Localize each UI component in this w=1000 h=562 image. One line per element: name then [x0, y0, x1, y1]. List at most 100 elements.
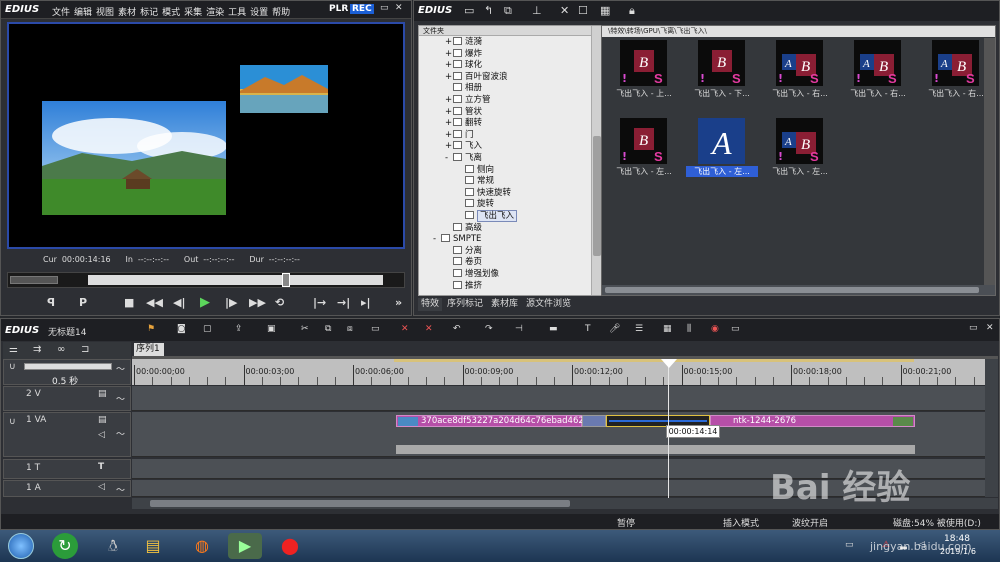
tree-item[interactable]: 推挤 — [445, 280, 482, 293]
position-bar[interactable] — [88, 275, 383, 285]
menu-item-2[interactable]: 视图 — [96, 8, 114, 18]
tree-scroll-thumb[interactable] — [593, 136, 601, 256]
playhead-line[interactable] — [668, 359, 669, 499]
up-folder-icon[interactable]: ↰ — [484, 4, 493, 17]
copy-clip-icon[interactable]: ⧉ — [325, 324, 331, 334]
video-mute-icon[interactable]: ▤ — [98, 415, 107, 425]
overwrite-icon[interactable]: →| — [337, 296, 350, 309]
tree-item[interactable]: + 涟漪 — [445, 37, 482, 49]
grid-hscrollbar[interactable] — [602, 285, 995, 295]
undo-icon[interactable]: ↶ — [453, 324, 461, 334]
lock-icon[interactable]: 🔒︎ — [629, 4, 635, 18]
tree-item[interactable]: + 爆炸 — [445, 48, 482, 61]
collapse-icon[interactable]: - — [433, 234, 441, 246]
expand-icon[interactable]: + — [445, 72, 453, 84]
tree-item[interactable]: + 百叶窗波浪 — [445, 71, 508, 84]
tree-item[interactable]: + 门 — [445, 129, 474, 142]
step-forward-icon[interactable]: |▶ — [225, 296, 237, 309]
ripple-delete-icon[interactable]: ✕ — [425, 324, 433, 334]
sequence-tab[interactable]: 序列1 — [134, 343, 164, 356]
folder-icon[interactable]: ▭ — [464, 4, 474, 17]
new-file-icon[interactable]: ▢ — [203, 324, 212, 334]
tree-item[interactable]: + 球化 — [445, 60, 482, 72]
cut-icon[interactable]: ✂ — [301, 324, 309, 334]
app-360-icon[interactable]: ↻ — [52, 533, 78, 559]
transition-effect-item[interactable]: A B! S 飞出飞入 - 右... — [842, 40, 914, 99]
start-button[interactable] — [8, 533, 34, 559]
set-out-icon[interactable]: P — [79, 296, 87, 309]
more-icon[interactable]: » — [395, 296, 402, 309]
shuttle-slider[interactable] — [10, 276, 58, 284]
collapse-icon[interactable]: - — [445, 153, 453, 165]
tree-item[interactable]: 分离 — [445, 245, 482, 258]
effects-tab-0[interactable]: 特效 — [418, 298, 443, 311]
render-icon[interactable]: ◉ — [711, 324, 719, 334]
tree-item[interactable]: 相册 — [445, 83, 482, 95]
track-header-2v[interactable]: 2 V ▤ 〜 — [3, 386, 131, 411]
properties-icon[interactable]: ☐ — [578, 4, 588, 17]
track-mode-icon[interactable]: ⚌ — [9, 344, 18, 355]
transition-effect-item[interactable]: B! S 飞出飞入 - 下... — [686, 40, 758, 99]
grid-vscrollbar[interactable] — [984, 38, 995, 286]
effects-tab-3[interactable]: 源文件浏览 — [523, 298, 574, 311]
expand-icon[interactable]: + — [445, 107, 453, 119]
timecode-ruler[interactable]: 00:00:00;00 00:00:03;00 00:00:06;00 00:00:0… — [132, 359, 993, 385]
track-lane-1va[interactable]: 370ace8df53227a204d64c76ebad4620 ntk-124… — [132, 412, 985, 457]
menu-item-9[interactable]: 设置 — [250, 8, 268, 18]
tray-network-icon[interactable]: ▭ — [845, 540, 854, 550]
mixer-icon[interactable]: ⫼ — [687, 324, 691, 334]
rewind-icon[interactable]: ◀◀ — [146, 296, 163, 309]
playhead-marker[interactable] — [661, 359, 677, 368]
redo-icon[interactable]: ↷ — [485, 324, 493, 334]
tree-item[interactable]: 侧向 — [457, 164, 494, 177]
menu-item-1[interactable]: 编辑 — [74, 8, 92, 18]
menu-item-6[interactable]: 采集 — [184, 8, 202, 18]
tree-item[interactable]: 卷页 — [445, 257, 482, 269]
copy-icon[interactable]: ⧉ — [504, 4, 512, 18]
voiceover-icon[interactable]: 🎤︎ — [609, 324, 620, 334]
tree-item[interactable]: 飞出飞入 — [457, 210, 518, 223]
paste-icon[interactable]: ⧈ — [347, 324, 353, 334]
transition-effect-item[interactable]: B! S 飞出飞入 - 左... — [608, 118, 680, 177]
title-track-icon[interactable]: T — [98, 462, 104, 472]
trim-icon[interactable]: ▸| — [361, 296, 371, 309]
menu-item-4[interactable]: 标记 — [140, 8, 158, 18]
menu-item-7[interactable]: 渲染 — [206, 8, 224, 18]
delete-clip-icon[interactable]: ✕ — [401, 324, 409, 334]
replace-icon[interactable]: ▭ — [371, 324, 380, 334]
expand-icon[interactable]: + — [445, 130, 453, 142]
tree-item[interactable]: + 立方管 — [445, 95, 491, 107]
track-lock-icon[interactable]: ∪ — [9, 417, 16, 427]
tree-item[interactable]: + 管状 — [445, 106, 482, 119]
effects-tab-2[interactable]: 素材库 — [488, 298, 521, 311]
track-wave-icon[interactable]: 〜 — [116, 427, 125, 440]
delete-icon[interactable]: ✕ — [560, 4, 569, 17]
view-grid-icon[interactable]: ▦ — [600, 4, 610, 17]
menu-item-8[interactable]: 工具 — [228, 8, 246, 18]
tree-item[interactable]: - SMPTE — [433, 234, 481, 246]
plr-label[interactable]: PLR — [329, 4, 348, 14]
sync-lock-icon[interactable]: ⊐ — [81, 344, 89, 355]
timeline-minimize-icon[interactable]: ▭ — [969, 323, 978, 333]
transition-thumb-a[interactable] — [582, 415, 606, 427]
expand-icon[interactable]: + — [445, 141, 453, 153]
razor-icon[interactable]: ⊣ — [515, 324, 523, 334]
video-clip-2[interactable]: ntk-1244-2676 — [710, 415, 915, 427]
timeline-close-icon[interactable]: ✕ — [986, 323, 994, 333]
title-icon[interactable]: T — [585, 324, 591, 334]
transition-effect-item[interactable]: A B! S 飞出飞入 - 右... — [920, 40, 992, 99]
transition-effect-item[interactable]: A B! S 飞出飞入 - 左... — [764, 118, 836, 177]
expand-icon[interactable]: + — [445, 60, 453, 72]
timeline-scroll-thumb[interactable] — [150, 500, 570, 507]
clip-icon[interactable]: ⊥ — [532, 4, 542, 17]
track-lane-2v[interactable] — [132, 386, 985, 411]
transition-effect-item[interactable]: A 飞出飞入 - 左... — [686, 118, 758, 177]
timeline-lock-icon[interactable]: ∪ — [9, 362, 16, 372]
zoom-slider[interactable] — [24, 363, 112, 370]
video-mute-icon[interactable]: ▤ — [98, 389, 107, 399]
tree-item[interactable]: 常规 — [457, 176, 494, 188]
grid-hscroll-thumb[interactable] — [605, 287, 979, 293]
audio-clip[interactable] — [396, 445, 915, 454]
tree-item[interactable]: + 飞入 — [445, 141, 482, 153]
step-back-icon[interactable]: ◀| — [173, 296, 185, 309]
